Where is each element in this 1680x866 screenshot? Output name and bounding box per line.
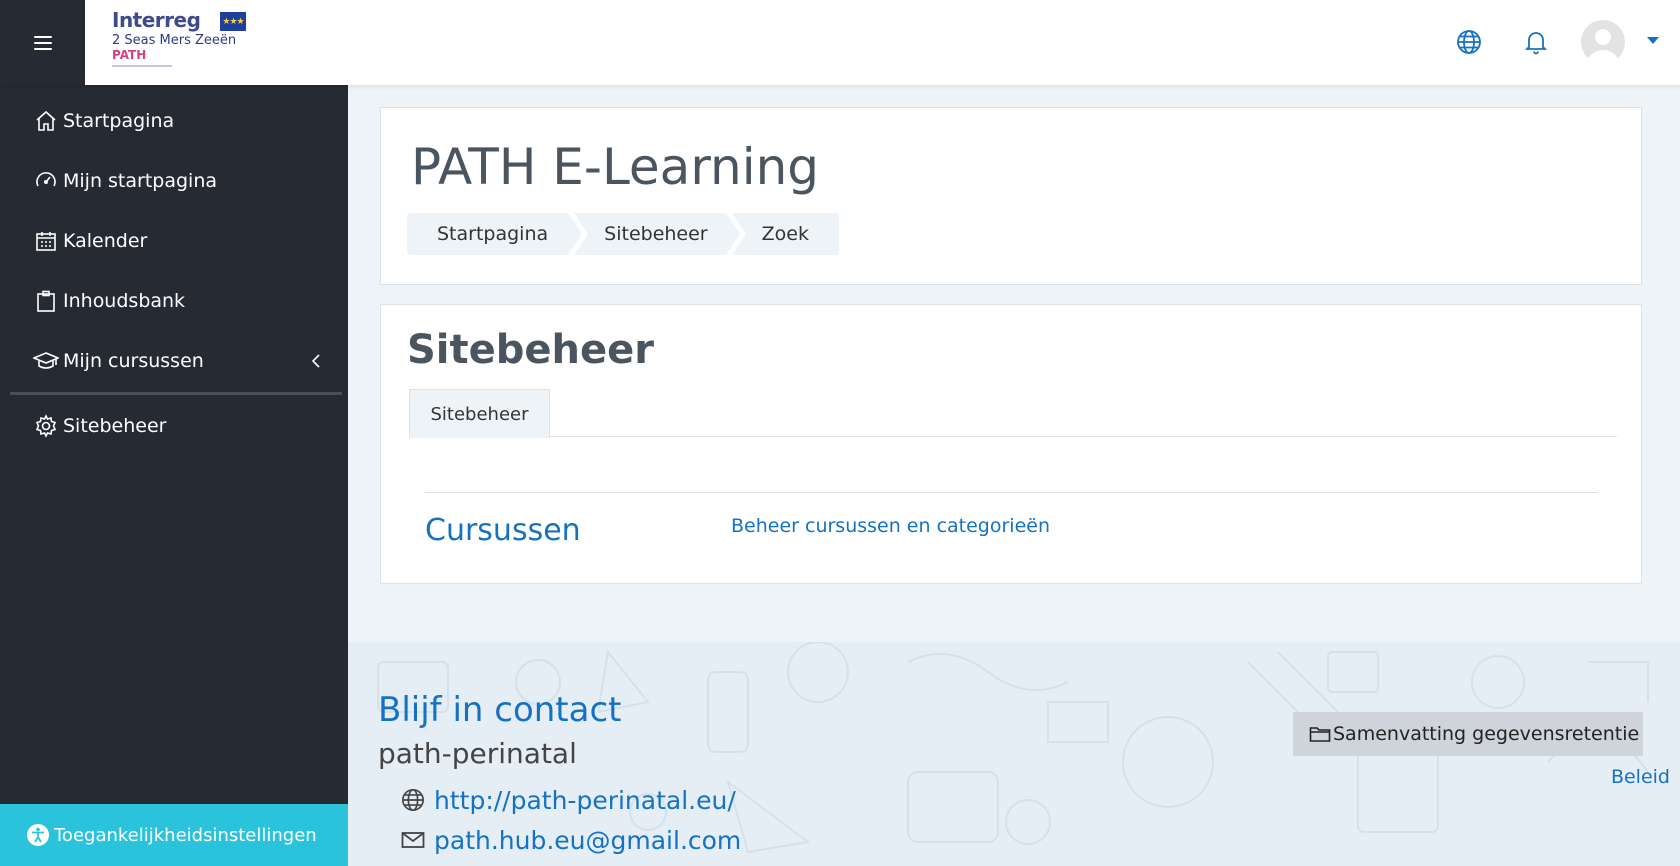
graduation-cap-icon <box>33 348 59 374</box>
accessibility-icon <box>26 823 50 847</box>
envelope-icon <box>400 827 426 853</box>
footer: Blijf in contact path-perinatal http://p… <box>348 642 1680 866</box>
user-avatar[interactable] <box>1581 20 1625 64</box>
breadcrumb-label: Sitebeheer <box>604 223 708 245</box>
globe-icon <box>400 787 426 813</box>
breadcrumb-item-startpagina[interactable]: Startpagina <box>407 213 583 255</box>
breadcrumb-label: Startpagina <box>437 223 549 245</box>
website-link[interactable]: http://path-perinatal.eu/ <box>400 784 736 816</box>
contact-org-name: path-perinatal <box>378 737 577 770</box>
bell-icon <box>1524 32 1548 55</box>
eu-flag-icon: ★★★ <box>220 12 246 31</box>
section-heading: Sitebeheer <box>407 327 654 373</box>
accessibility-settings-button[interactable]: Toegankelijkheidsinstellingen <box>0 804 348 866</box>
tab-sitebeheer[interactable]: Sitebeheer <box>409 389 550 438</box>
calendar-icon <box>33 228 59 254</box>
breadcrumb-item-zoek[interactable]: Zoek <box>731 213 839 255</box>
sidebar-item-inhoudsbank[interactable]: Inhoudsbank <box>0 275 348 327</box>
logo-text-seas: 2 Seas Mers Zeeën <box>112 33 237 48</box>
site-admin-card: Sitebeheer Sitebeheer Cursussen Beheer c… <box>380 304 1642 584</box>
gear-icon <box>33 413 59 439</box>
menu-toggle-button[interactable] <box>0 0 85 85</box>
sidebar-item-label: Kalender <box>63 230 148 252</box>
breadcrumb-label: Zoek <box>761 223 809 245</box>
tab-bar: Sitebeheer <box>409 385 1617 438</box>
sidebar-item-label: Startpagina <box>63 110 175 132</box>
logo-text-path: PATH <box>112 48 147 62</box>
clipboard-icon <box>33 288 59 314</box>
page-title: PATH E-Learning <box>411 138 820 196</box>
language-button[interactable] <box>1453 26 1485 58</box>
chevron-left-icon[interactable] <box>310 352 322 374</box>
data-retention-summary-button[interactable]: Samenvatting gegevensretentie <box>1293 712 1643 756</box>
site-logo[interactable]: Interreg ★★★ 2 Seas Mers Zeeën PATH <box>112 8 262 78</box>
sidebar-item-sitebeheer[interactable]: Sitebeheer <box>0 400 348 452</box>
email-link[interactable]: path.hub.eu@gmail.com <box>400 824 741 856</box>
top-navbar: Interreg ★★★ 2 Seas Mers Zeeën PATH <box>0 0 1680 85</box>
globe-icon <box>1457 30 1481 54</box>
logo-tagline <box>112 65 172 67</box>
row-divider <box>425 492 1598 493</box>
user-icon <box>1587 29 1619 64</box>
dashboard-icon <box>33 168 59 194</box>
courses-category-link[interactable]: Cursussen <box>425 513 581 548</box>
sidebar-item-label: Mijn startpagina <box>63 170 218 192</box>
sidebar-item-label: Sitebeheer <box>63 415 167 437</box>
website-link-label: http://path-perinatal.eu/ <box>434 785 736 815</box>
retention-button-label: Samenvatting gegevensretentie <box>1333 723 1640 745</box>
sidebar-item-startpagina[interactable]: Startpagina <box>0 95 348 147</box>
breadcrumb-item-sitebeheer[interactable]: Sitebeheer <box>574 213 740 255</box>
sidebar-item-mijn-startpagina[interactable]: Mijn startpagina <box>0 155 348 207</box>
sidebar-item-label: Mijn cursussen <box>63 350 204 372</box>
sidebar-divider <box>10 392 342 395</box>
sidebar-item-mijn-cursussen[interactable]: Mijn cursussen <box>0 335 348 387</box>
user-menu-caret-icon[interactable] <box>1647 37 1659 44</box>
sidebar-item-kalender[interactable]: Kalender <box>0 215 348 267</box>
page-header-card: PATH E-Learning Startpagina Sitebeheer Z… <box>380 107 1642 285</box>
notifications-button[interactable] <box>1520 26 1552 58</box>
folder-icon <box>1309 723 1331 745</box>
home-icon <box>33 108 59 134</box>
contact-heading: Blijf in contact <box>378 690 622 730</box>
policy-link[interactable]: Beleid <box>1588 766 1670 788</box>
breadcrumb: Startpagina Sitebeheer Zoek <box>407 213 845 255</box>
manage-courses-link[interactable]: Beheer cursussen en categorieën <box>731 515 1050 537</box>
accessibility-label: Toegankelijkheidsinstellingen <box>54 824 317 846</box>
hamburger-icon <box>33 35 52 50</box>
sidebar: Startpagina Mijn startpagina Kalender In… <box>0 85 348 866</box>
sidebar-item-label: Inhoudsbank <box>63 290 186 312</box>
email-link-label: path.hub.eu@gmail.com <box>434 825 742 855</box>
